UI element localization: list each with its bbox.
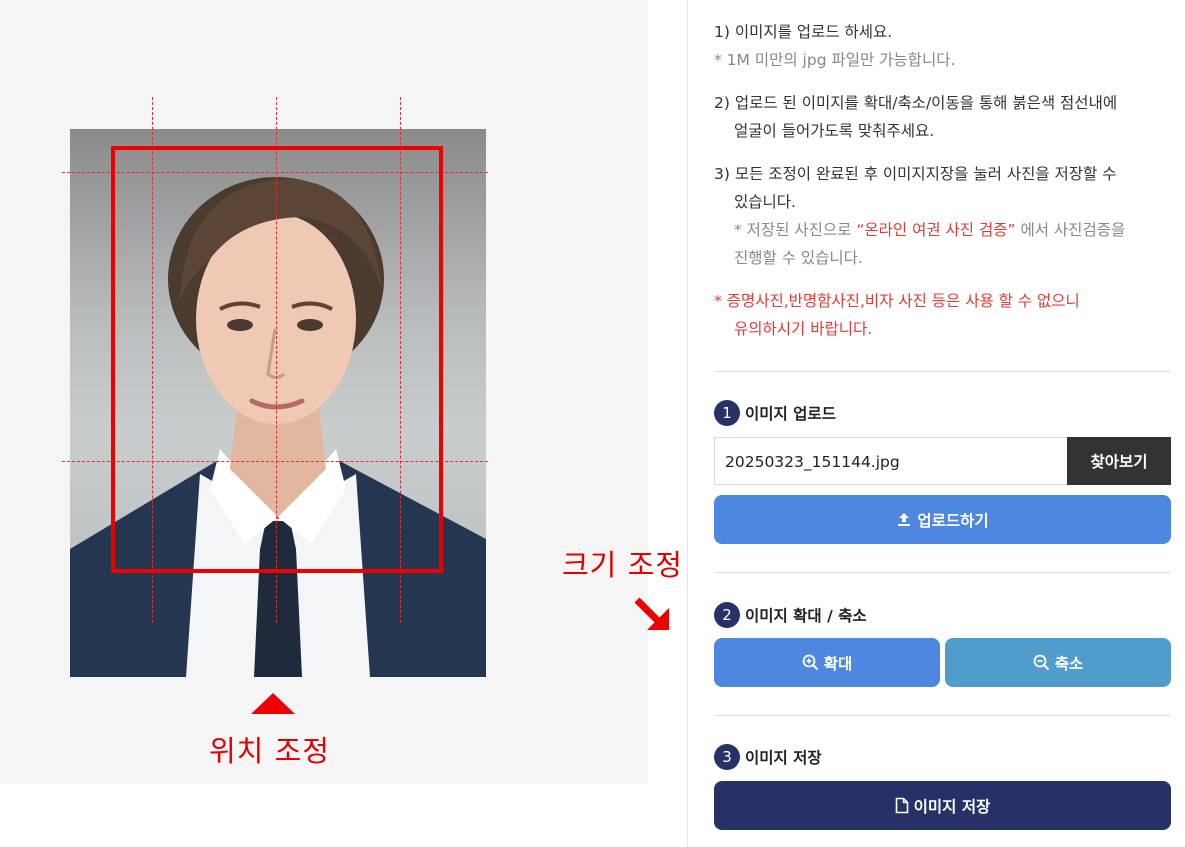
upload-button-label: 업로드하기 [917,511,989,530]
note-suffix: 에서 사진검증을 [1015,221,1126,239]
instruction-step3-cont: 있습니다. [734,193,796,211]
position-arrow-icon [251,693,295,714]
zoom-out-label: 축소 [1054,654,1084,673]
upload-button[interactable]: 업로드하기 [714,495,1171,544]
section-divider [714,371,1171,372]
step-number-badge: 1 [714,400,740,426]
instruction-step3-note-cont: 진행할 수 있습니다. [734,249,863,267]
upload-icon [898,512,911,526]
upload-section-label: 이미지 업로드 [745,405,836,423]
size-adjust-label: 크기 조정 [562,548,683,582]
save-section-title: 3 이미지 저장 [714,744,822,770]
size-arrow-icon [634,597,669,630]
save-section-label: 이미지 저장 [745,749,822,767]
zoom-section-label: 이미지 확대 / 축소 [745,607,867,625]
warning-text-cont: 유의하시기 바랍니다. [734,320,873,338]
save-image-label: 이미지 저장 [913,797,991,816]
step-number-badge: 3 [714,744,740,770]
step-number-badge: 2 [714,602,740,628]
zoom-in-button[interactable]: 확대 [714,638,940,687]
instruction-step1: 1) 이미지를 업로드 하세요. [714,23,893,41]
instruction-step2-cont: 얼굴이 들어가도록 맞춰주세요. [734,122,935,140]
upload-section-title: 1 이미지 업로드 [714,400,836,426]
position-adjust-label: 위치 조정 [209,734,330,768]
passport-photo-editor: 위치 조정 크기 조정 1) 이미지를 업로드 하세요. * 1M 미만의 jp… [0,0,1185,847]
zoom-out-button[interactable]: 축소 [945,638,1171,687]
warning-text: * 증명사진,반명함사진,비자 사진 등은 사용 할 수 없으니 [714,292,1080,310]
file-icon [895,797,908,814]
save-image-button[interactable]: 이미지 저장 [714,781,1171,830]
passport-verify-link: “온라인 여권 사진 검증” [856,221,1016,239]
browse-button[interactable]: 찾아보기 [1067,437,1171,485]
zoom-section-title: 2 이미지 확대 / 축소 [714,602,867,628]
instruction-step3-note: * 저장된 사진으로 “온라인 여권 사진 검증” 에서 사진검증을 [734,216,1125,244]
face-guide-frame [111,146,443,573]
section-divider [714,572,1171,573]
file-name-field[interactable]: 20250323_151144.jpg [714,437,1068,485]
instruction-step3: 3) 모든 조정이 완료된 후 이미지지장을 눌러 사진을 저장할 수 [714,165,1117,183]
zoom-out-icon [1033,654,1049,671]
zoom-in-label: 확대 [823,654,853,673]
instruction-step2: 2) 업로드 된 이미지를 확대/축소/이동을 통해 붉은색 점선내에 [714,94,1118,112]
section-divider [714,715,1171,716]
note-prefix: * 저장된 사진으로 [734,221,857,239]
zoom-in-icon [802,654,818,671]
instruction-step1-note: * 1M 미만의 jpg 파일만 가능합니다. [714,51,956,69]
